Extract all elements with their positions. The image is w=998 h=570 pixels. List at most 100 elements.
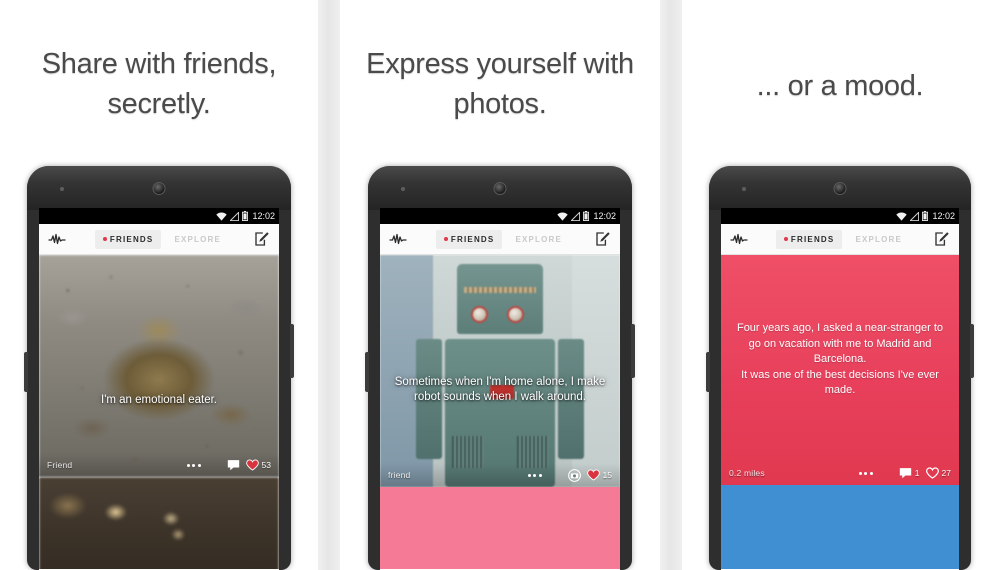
status-bar-clock: 12:02 bbox=[932, 210, 955, 221]
heart-outline-icon bbox=[925, 467, 939, 479]
post-feed-1[interactable]: I'm an emotional eater. Friend 53 bbox=[39, 255, 279, 569]
feed-post[interactable] bbox=[380, 487, 620, 569]
phone-screen-3: 12:02 FRIENDS EXPLORE Four years ago, I … bbox=[721, 208, 959, 570]
compose-icon[interactable] bbox=[934, 231, 950, 247]
front-camera-icon bbox=[833, 182, 847, 195]
tab-friends[interactable]: FRIENDS bbox=[775, 229, 843, 249]
front-camera-icon bbox=[493, 182, 507, 195]
panel-divider bbox=[318, 0, 340, 570]
more-options-icon[interactable] bbox=[855, 471, 877, 475]
comment-action[interactable]: 1 bbox=[899, 467, 920, 479]
android-status-bar-1: 12:02 bbox=[39, 208, 279, 224]
like-action[interactable]: 27 bbox=[925, 467, 951, 479]
heart-filled-icon bbox=[586, 469, 600, 481]
post-feed-2[interactable]: Sometimes when I'm home alone, I make ro… bbox=[380, 255, 620, 569]
battery-icon bbox=[922, 211, 929, 221]
post-action-bar: 0.2 miles 1 27 bbox=[721, 461, 959, 485]
heart-filled-icon bbox=[245, 459, 259, 471]
tin-robot-toy-photo bbox=[380, 255, 620, 487]
power-button[interactable] bbox=[290, 324, 294, 378]
like-count: 53 bbox=[261, 460, 271, 470]
app-bar-1: FRIENDS EXPLORE bbox=[39, 224, 279, 255]
proximity-sensor-icon bbox=[60, 187, 64, 191]
feed-post[interactable] bbox=[721, 485, 959, 569]
signal-icon bbox=[571, 211, 581, 221]
app-bar-2: FRIENDS EXPLORE bbox=[380, 224, 620, 255]
tab-friends[interactable]: FRIENDS bbox=[94, 229, 162, 249]
proximity-sensor-icon bbox=[742, 187, 746, 191]
post-action-bar: Friend 53 bbox=[39, 453, 279, 477]
volume-button[interactable] bbox=[706, 352, 710, 392]
post-meta: friend bbox=[388, 470, 411, 480]
compose-icon[interactable] bbox=[254, 231, 270, 247]
like-action[interactable]: 15 bbox=[586, 469, 612, 481]
wifi-icon bbox=[557, 211, 569, 221]
comment-icon bbox=[227, 460, 239, 471]
post-caption: I'm an emotional eater. bbox=[101, 394, 217, 406]
unread-dot-icon bbox=[783, 237, 788, 241]
pulse-wave-logo[interactable] bbox=[389, 231, 411, 247]
tab-explore-label: EXPLORE bbox=[515, 234, 563, 244]
mood-card-blue bbox=[721, 485, 959, 569]
phone-mockup-1: 12:02 FRIENDS EXPLORE I'm an emotional e… bbox=[24, 166, 294, 570]
feed-post[interactable]: I'm an emotional eater. Friend 53 bbox=[39, 255, 279, 477]
tab-explore[interactable]: EXPLORE bbox=[166, 230, 229, 249]
gallery-panel-1[interactable]: Share with friends, secretly. 12:02 FRIE… bbox=[0, 0, 318, 570]
panel-1-headline: Share with friends, secretly. bbox=[41, 48, 277, 120]
power-button[interactable] bbox=[970, 324, 974, 378]
more-options-icon[interactable] bbox=[524, 473, 546, 477]
front-camera-icon bbox=[152, 182, 166, 195]
post-action-bar: friend 15 bbox=[380, 463, 620, 487]
like-action[interactable]: 53 bbox=[245, 459, 271, 471]
tab-friends[interactable]: FRIENDS bbox=[435, 229, 503, 249]
gallery-panel-3[interactable]: ... or a mood. 12:02 FRIENDS EXPLORE Fou… bbox=[682, 0, 998, 570]
signal-icon bbox=[910, 211, 920, 221]
feed-post[interactable]: Four years ago, I asked a near-stranger … bbox=[721, 255, 959, 485]
gallery-panel-2[interactable]: Express yourself with photos. 12:02 FRIE… bbox=[340, 0, 660, 570]
feed-tabs-3: FRIENDS EXPLORE bbox=[752, 229, 934, 249]
screenshot-gallery: Share with friends, secretly. 12:02 FRIE… bbox=[0, 0, 998, 570]
tab-explore[interactable]: EXPLORE bbox=[507, 230, 570, 249]
feed-post[interactable] bbox=[39, 477, 279, 569]
phone-screen-2: 12:02 FRIENDS EXPLORE Sometimes when I'm… bbox=[380, 208, 620, 570]
like-count: 27 bbox=[941, 468, 951, 478]
post-caption: Sometimes when I'm home alone, I make ro… bbox=[394, 376, 606, 403]
more-options-icon[interactable] bbox=[183, 463, 205, 467]
camera-action[interactable] bbox=[567, 468, 581, 482]
volume-button[interactable] bbox=[24, 352, 28, 392]
post-feed-3[interactable]: Four years ago, I asked a near-stranger … bbox=[721, 255, 959, 569]
feed-post[interactable]: Sometimes when I'm home alone, I make ro… bbox=[380, 255, 620, 487]
android-status-bar-3: 12:02 bbox=[721, 208, 959, 224]
post-distance: 0.2 miles bbox=[729, 468, 765, 478]
power-button[interactable] bbox=[631, 324, 635, 378]
proximity-sensor-icon bbox=[401, 187, 405, 191]
mood-card-pink bbox=[380, 487, 620, 569]
pulse-wave-logo[interactable] bbox=[730, 231, 752, 247]
like-count: 15 bbox=[602, 470, 612, 480]
wifi-icon bbox=[216, 211, 228, 221]
android-status-bar-2: 12:02 bbox=[380, 208, 620, 224]
tab-explore-label: EXPLORE bbox=[855, 234, 903, 244]
compose-icon[interactable] bbox=[595, 231, 611, 247]
post-caption: Four years ago, I asked a near-stranger … bbox=[736, 322, 944, 396]
tab-explore[interactable]: EXPLORE bbox=[847, 230, 910, 249]
comment-icon bbox=[899, 468, 911, 479]
post-meta: Friend bbox=[47, 460, 73, 470]
battery-icon bbox=[583, 211, 590, 221]
groundhog-eating-photo bbox=[39, 255, 279, 477]
status-bar-clock: 12:02 bbox=[593, 210, 616, 221]
panel-2-headline: Express yourself with photos. bbox=[366, 48, 634, 120]
comment-action[interactable] bbox=[227, 459, 240, 471]
panel-divider bbox=[660, 0, 682, 570]
status-bar-clock: 12:02 bbox=[252, 210, 275, 221]
volume-button[interactable] bbox=[365, 352, 369, 392]
phone-mockup-2: 12:02 FRIENDS EXPLORE Sometimes when I'm… bbox=[365, 166, 635, 570]
feed-tabs-2: FRIENDS EXPLORE bbox=[411, 229, 595, 249]
panel-3-headline: ... or a mood. bbox=[756, 70, 924, 102]
phone-mockup-3: 12:02 FRIENDS EXPLORE Four years ago, I … bbox=[706, 166, 974, 570]
tab-friends-label: FRIENDS bbox=[450, 234, 495, 244]
unread-dot-icon bbox=[102, 237, 107, 241]
wifi-icon bbox=[896, 211, 908, 221]
unread-dot-icon bbox=[443, 237, 448, 241]
pulse-wave-logo[interactable] bbox=[48, 231, 70, 247]
